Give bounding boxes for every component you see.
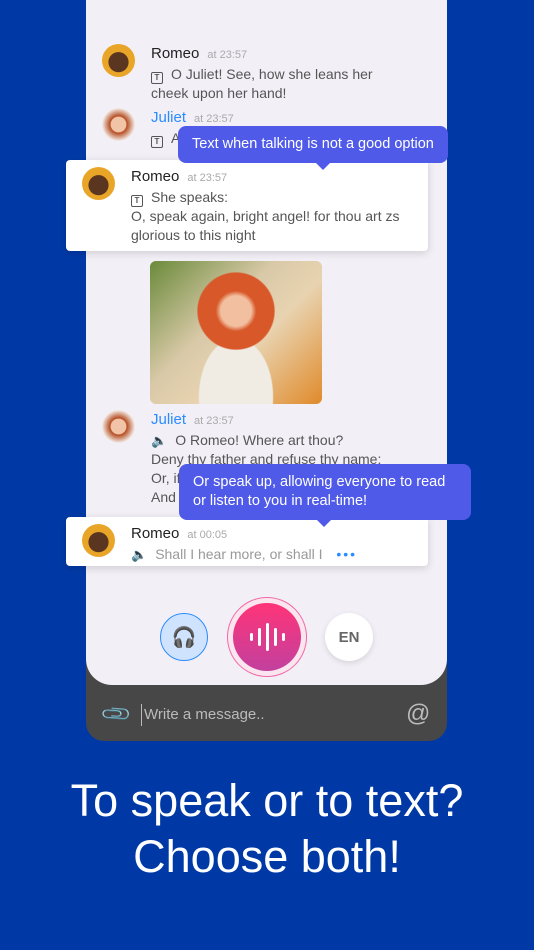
speaker-icon: 🔈 (151, 433, 168, 448)
headline: To speak or to text? Choose both! (0, 773, 534, 885)
voice-wave-icon (233, 603, 301, 671)
language-button[interactable]: EN (325, 613, 373, 661)
speaker-icon: 🔈 (131, 547, 148, 562)
message-text: Shall I hear more, or shall I (155, 546, 323, 562)
message-text: O, speak again, bright angel! for thou a… (131, 208, 400, 243)
tooltip-text: Text when talking is not a good option (178, 126, 448, 170)
text-icon: T (151, 136, 163, 148)
timestamp: at 23:57 (194, 415, 234, 427)
timestamp: at 23:57 (194, 113, 234, 125)
text-icon: T (151, 72, 163, 84)
paperclip-icon[interactable]: 📎 (99, 697, 134, 732)
at-icon[interactable]: @ (406, 700, 430, 728)
message-text: Or, if (151, 470, 181, 486)
typing-indicator: ••• (336, 546, 358, 562)
message-text: O Romeo! Where art thou? (175, 432, 344, 448)
message: Romeo at 23:57 TO Juliet! See, how she le… (102, 44, 411, 103)
mic-button[interactable] (227, 597, 307, 677)
message-text: She speaks: (151, 189, 229, 205)
sender-name: Juliet (151, 109, 187, 126)
message-text: And (151, 489, 176, 505)
avatar (82, 167, 115, 200)
message-input[interactable]: Write a message.. (141, 704, 265, 726)
message-text: O Juliet! See, how she leans her cheek u… (151, 66, 373, 101)
sender-name: Romeo (151, 45, 200, 62)
headline-line1: To speak or to text? (70, 775, 464, 826)
avatar (102, 410, 135, 443)
listen-button[interactable]: 🎧 (160, 613, 208, 661)
avatar (82, 524, 115, 557)
headline-line2: Choose both! (133, 831, 401, 882)
sender-name: Romeo (131, 525, 180, 542)
headphones-icon: 🎧 (171, 626, 197, 649)
message-card: Romeo at 23:57 T She speaks: O, speak agai… (66, 160, 428, 251)
avatar (102, 44, 135, 77)
text-icon: T (131, 195, 143, 207)
tooltip-speak: Or speak up, allowing everyone to read o… (179, 464, 471, 527)
sender-name: Romeo (131, 168, 180, 185)
timestamp: at 00:05 (187, 529, 228, 541)
avatar (102, 108, 135, 141)
message-card: Romeo at 00:05 🔈 Shall I hear more, or sha… (66, 517, 428, 566)
shared-image[interactable] (150, 261, 322, 404)
timestamp: at 23:57 (207, 49, 248, 61)
timestamp: at 23:57 (187, 172, 228, 184)
sender-name: Juliet (151, 411, 187, 428)
